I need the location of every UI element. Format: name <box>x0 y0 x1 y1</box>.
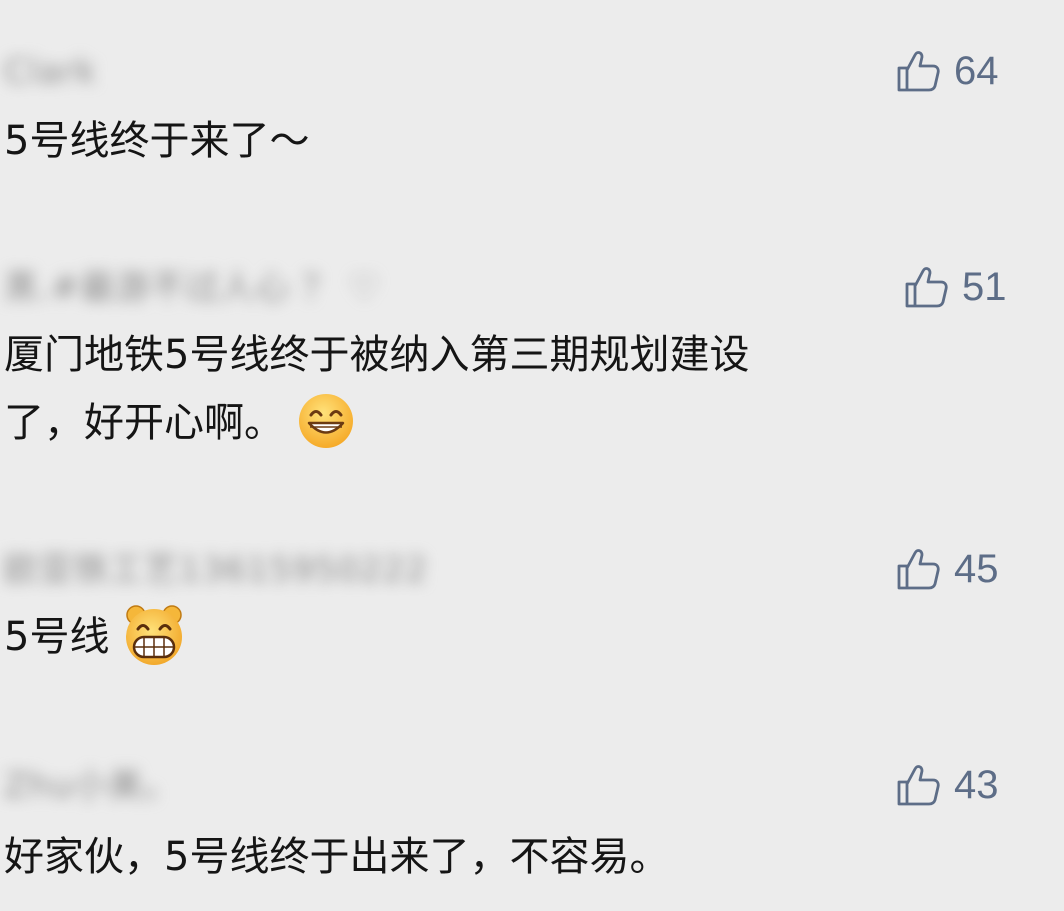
comment-text-line-2-content: 了，好开心啊。 <box>4 400 284 446</box>
like-count: 64 <box>954 49 999 93</box>
comment-username[interactable]: 欧亚铁工艺13615950222 <box>4 550 428 590</box>
comment-username[interactable]: 黑.#最游不过人心 ？ ♡ <box>4 268 380 308</box>
like-button[interactable]: 45 <box>896 544 999 594</box>
like-count: 51 <box>962 265 1007 309</box>
thumbs-up-icon[interactable] <box>896 547 940 591</box>
comment-username[interactable]: Clark <box>4 52 97 92</box>
comment-username[interactable]: Zhu小美。 <box>4 766 178 806</box>
comment-text: 5号线终于来了～ <box>4 118 310 164</box>
comment-text-content: 5号线 <box>4 614 110 660</box>
thumbs-up-icon[interactable] <box>896 49 940 93</box>
comment-text-line-1: 厦门地铁5号线终于被纳入第三期规划建设 <box>4 332 750 378</box>
comment-text: 好家伙，5号线终于出来了，不容易。 <box>4 834 670 880</box>
like-button[interactable]: 43 <box>896 760 999 810</box>
like-count: 45 <box>954 547 999 591</box>
like-button[interactable]: 64 <box>896 46 999 96</box>
comment-text: 5号线 <box>4 602 186 672</box>
comment-text-line-2: 了，好开心啊。 <box>4 388 355 458</box>
thumbs-up-icon[interactable] <box>904 265 948 309</box>
grinning-bear-emoji-icon <box>122 603 186 667</box>
grinning-face-emoji-icon <box>297 392 355 450</box>
like-button[interactable]: 51 <box>904 262 1007 312</box>
thumbs-up-icon[interactable] <box>896 763 940 807</box>
like-count: 43 <box>954 763 999 807</box>
